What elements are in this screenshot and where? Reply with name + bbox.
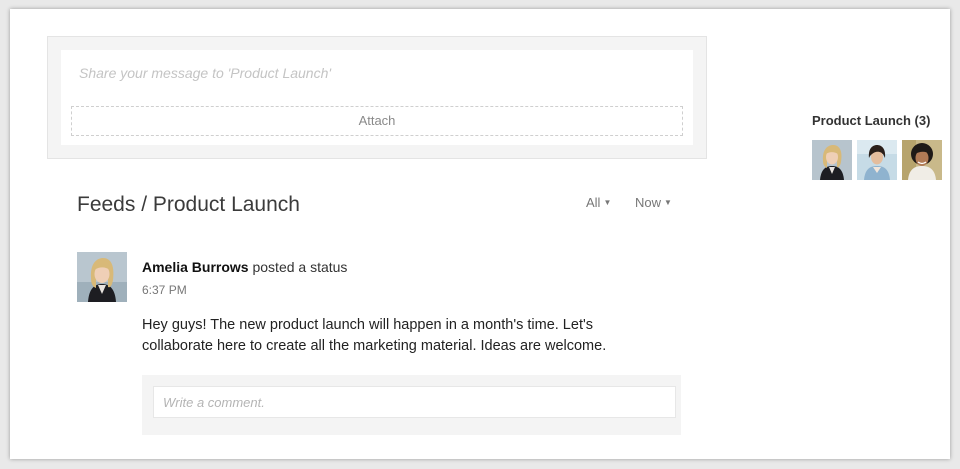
message-input[interactable] — [77, 62, 681, 84]
post-body: Hey guys! The new product launch will ha… — [142, 317, 607, 354]
caret-down-icon: ▼ — [664, 198, 672, 207]
page-title: Feeds / Product Launch — [77, 193, 300, 216]
filter-label: Now — [635, 195, 662, 210]
group-title: Product Launch (3) — [812, 113, 931, 128]
post-action-text: posted a status — [252, 259, 348, 275]
post-author-link[interactable]: Amelia Burrows — [142, 259, 249, 275]
filter-all-dropdown[interactable]: All ▼ — [586, 195, 611, 210]
woman-dark-hair-avatar-icon — [857, 140, 897, 180]
app-window: Attach Feeds / Product Launch All▼ Now▼ … — [10, 9, 950, 459]
status-composer: Attach — [47, 36, 707, 159]
comment-area — [142, 375, 681, 435]
post-header: Amelia Burrows posted a status — [142, 259, 347, 275]
author-avatar[interactable] — [77, 252, 127, 302]
woman-curly-hair-avatar-icon — [902, 140, 942, 180]
comment-input[interactable] — [153, 386, 676, 418]
woman-blonde-avatar-icon — [812, 140, 852, 180]
member-avatar[interactable] — [857, 140, 897, 180]
composer-card: Attach — [61, 50, 693, 145]
attach-button[interactable]: Attach — [71, 106, 683, 136]
filter-time-dropdown[interactable]: Now ▼ — [635, 195, 672, 210]
member-avatar[interactable] — [812, 140, 852, 180]
filter-label: All — [586, 195, 601, 210]
caret-down-icon: ▼ — [603, 198, 612, 207]
member-avatar[interactable] — [902, 140, 942, 180]
post-timestamp: 6:37 PM — [142, 283, 187, 297]
